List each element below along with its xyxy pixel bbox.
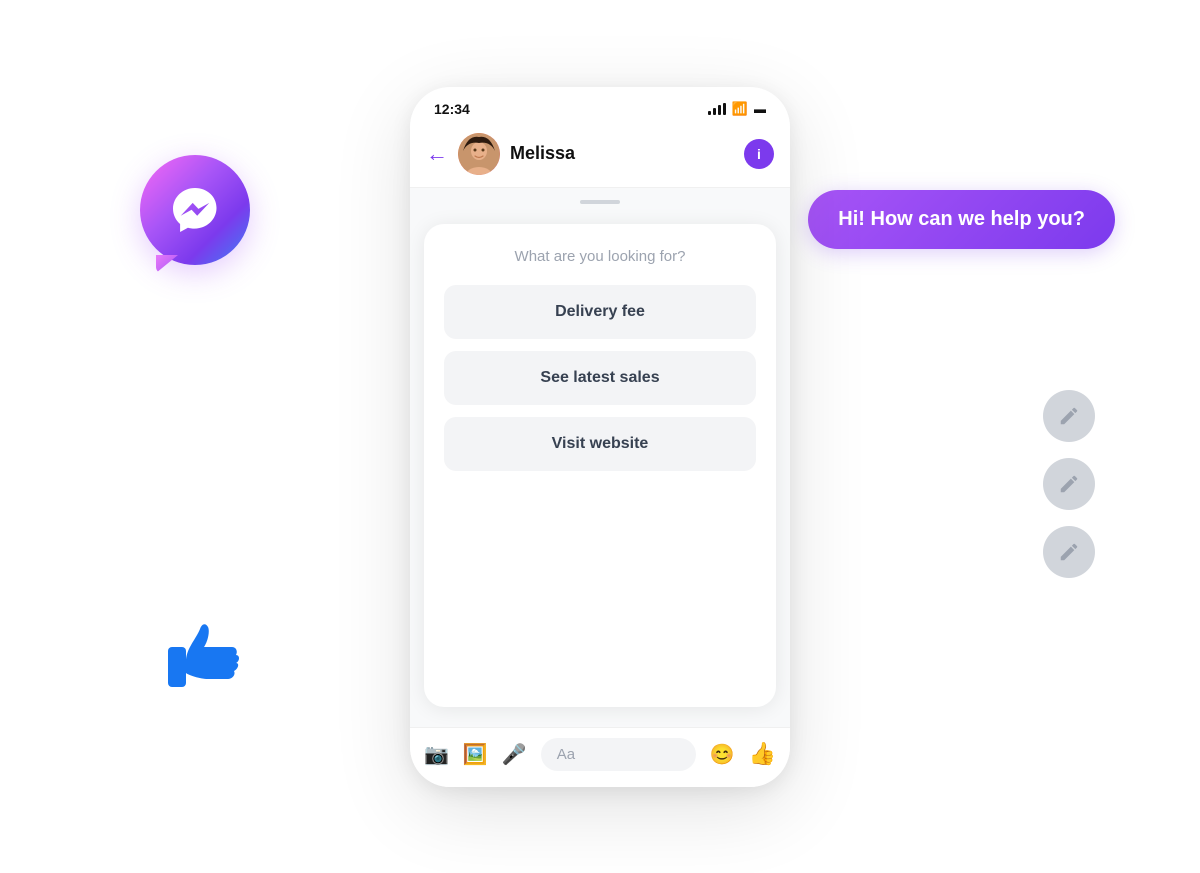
hi-bubble-text: Hi! How can we help you? <box>838 208 1085 230</box>
avatar <box>458 133 500 175</box>
quick-reply-card: What are you looking for? Delivery fee S… <box>424 224 776 707</box>
message-input[interactable]: Aa <box>541 738 696 771</box>
thumbs-up-icon <box>160 609 250 718</box>
hi-bubble: Hi! How can we help you? <box>808 190 1115 249</box>
contact-name: Melissa <box>510 143 744 164</box>
info-button[interactable]: i <box>744 139 774 169</box>
status-bar: 12:34 📶 ▬ <box>410 87 790 125</box>
status-icons: 📶 ▬ <box>708 101 766 117</box>
input-placeholder: Aa <box>557 746 575 763</box>
chat-header: ← Melissa i <box>410 125 790 188</box>
edit-button-1[interactable] <box>1043 390 1095 442</box>
messenger-icon <box>140 155 250 265</box>
status-time: 12:34 <box>434 101 470 117</box>
emoji-icon[interactable]: 😊 <box>710 742 735 767</box>
edit-button-2[interactable] <box>1043 458 1095 510</box>
input-bar: 📷 🖼️ 🎤 Aa 😊 👍 <box>410 727 790 787</box>
photo-icon[interactable]: 🖼️ <box>463 742 488 767</box>
quick-reply-delivery-fee[interactable]: Delivery fee <box>444 285 756 339</box>
battery-icon: ▬ <box>754 102 766 116</box>
edit-button-3[interactable] <box>1043 526 1095 578</box>
phone-mockup: 12:34 📶 ▬ ← <box>410 87 790 787</box>
wifi-icon: 📶 <box>732 101 748 117</box>
quick-reply-visit-website[interactable]: Visit website <box>444 417 756 471</box>
edit-buttons-container <box>1043 390 1095 578</box>
chat-area: What are you looking for? Delivery fee S… <box>410 188 790 727</box>
scene: Hi! How can we help you? 12:34 📶 <box>0 0 1200 873</box>
like-icon[interactable]: 👍 <box>749 741 776 767</box>
camera-icon[interactable]: 📷 <box>424 742 449 767</box>
signal-bars-icon <box>708 103 726 115</box>
card-question: What are you looking for? <box>444 248 756 265</box>
mic-icon[interactable]: 🎤 <box>502 742 527 767</box>
back-button[interactable]: ← <box>426 141 448 167</box>
quick-reply-latest-sales[interactable]: See latest sales <box>444 351 756 405</box>
drag-indicator <box>580 200 620 204</box>
